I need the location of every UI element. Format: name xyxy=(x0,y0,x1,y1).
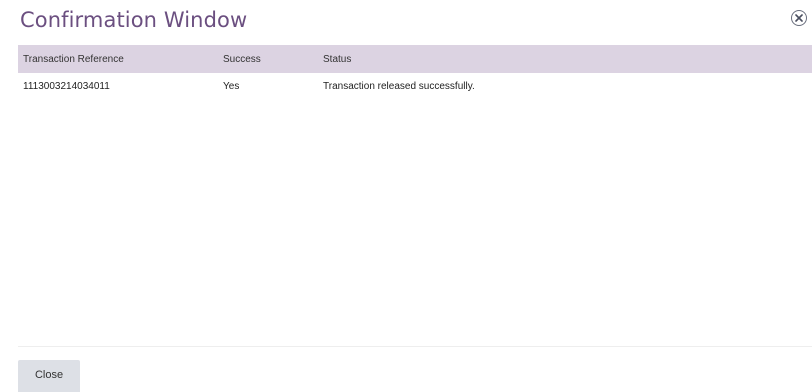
column-header-success[interactable]: Success xyxy=(218,54,318,65)
results-table: Transaction Reference Success Status 111… xyxy=(18,45,812,99)
table-row[interactable]: 1113003214034011 Yes Transaction release… xyxy=(18,73,812,99)
footer-divider xyxy=(18,346,812,347)
dialog-title: Confirmation Window xyxy=(20,8,248,32)
status-cell: Transaction released successfully. xyxy=(323,80,475,92)
close-icon[interactable] xyxy=(791,10,807,26)
transaction-reference-cell: 1113003214034011 xyxy=(23,80,110,92)
column-header-transaction-reference[interactable]: Transaction Reference xyxy=(18,54,218,65)
close-button[interactable]: Close xyxy=(18,360,80,392)
confirmation-dialog: Confirmation Window Transaction Referenc… xyxy=(0,0,812,392)
success-cell: Yes xyxy=(223,80,240,92)
column-header-status[interactable]: Status xyxy=(318,54,812,65)
table-header: Transaction Reference Success Status xyxy=(18,45,812,73)
